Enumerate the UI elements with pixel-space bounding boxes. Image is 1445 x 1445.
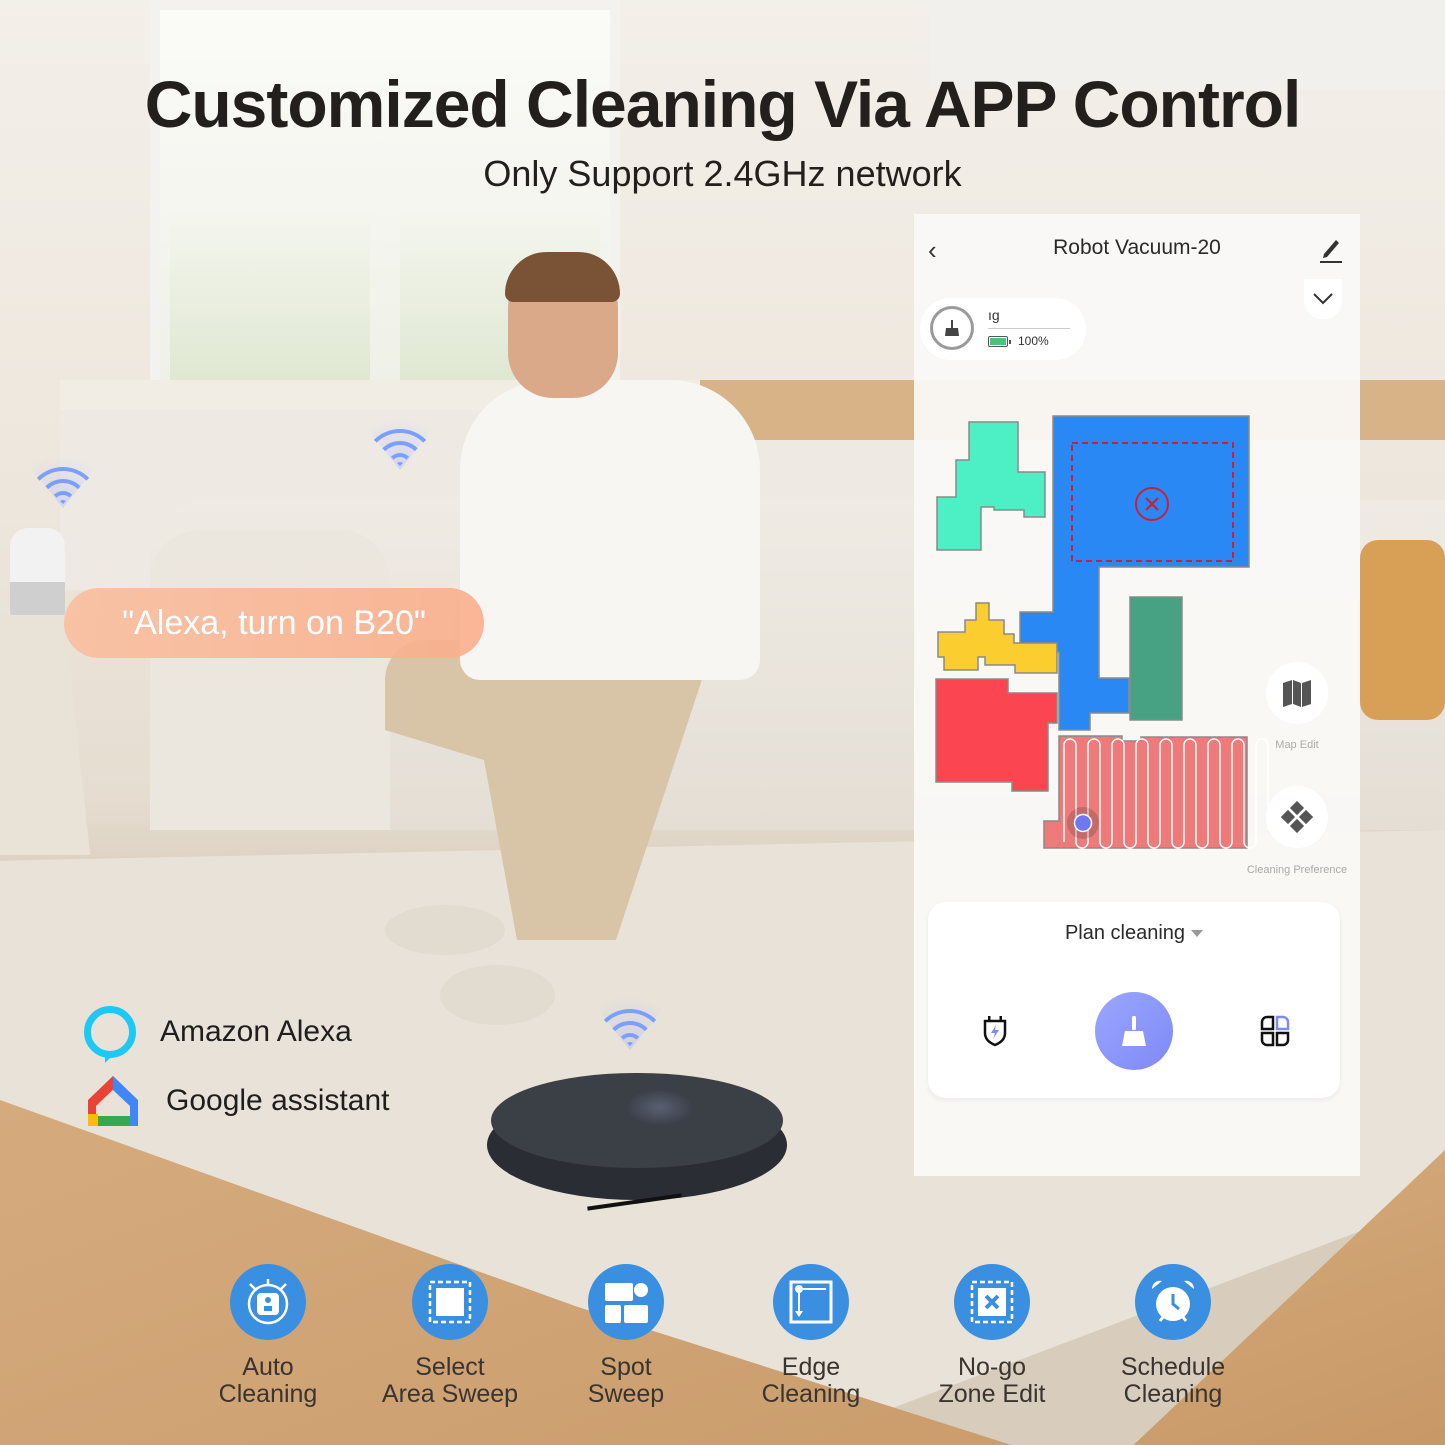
cleaning-preference-label: Cleaning Preference (1246, 864, 1348, 876)
charge-dock-icon[interactable] (978, 1014, 1012, 1048)
app-screen: ‹ Robot Vacuum-20 ıg 100% Map Edit Clean… (914, 214, 1360, 1176)
collapse-button[interactable] (1304, 279, 1342, 319)
plan-cleaning-card: Plan cleaning (928, 902, 1340, 1098)
room-green[interactable] (1129, 596, 1183, 721)
background-cushion (1360, 540, 1445, 720)
status-divider (988, 328, 1070, 329)
person-torso (460, 380, 760, 680)
slipper-right (440, 965, 555, 1025)
room-select-icon[interactable] (1258, 1014, 1292, 1048)
background-sofa-arm (150, 530, 390, 830)
feature-auto-cleaning: Auto Cleaning (178, 1264, 358, 1408)
feature-label-line1: Spot (600, 1353, 652, 1381)
feature-label-line2: Cleaning (218, 1380, 318, 1408)
page-subtitle: Only Support 2.4GHz network (483, 153, 962, 194)
map-edit-label: Map Edit (1275, 739, 1319, 751)
feature-label-line2: Sweep (587, 1380, 665, 1408)
person-hair (505, 252, 620, 302)
wifi-signal-icon (352, 410, 448, 470)
broom-icon (945, 320, 959, 336)
battery-icon (988, 336, 1011, 347)
assistant-label: Google assistant (166, 1084, 390, 1117)
feature-no-go-zone: No-go Zone Edit (902, 1264, 1082, 1408)
feature-label-line1: Auto (242, 1353, 294, 1381)
feature-label-line2: Cleaning (1123, 1380, 1223, 1408)
status-mode-text: ıg (988, 307, 1000, 323)
cleaning-map[interactable] (914, 410, 1360, 850)
assistant-google: Google assistant (84, 1072, 389, 1130)
feature-edge-cleaning: Edge Cleaning (721, 1264, 901, 1408)
feature-select-area: Select Area Sweep (360, 1264, 540, 1408)
smart-speaker (10, 528, 65, 618)
robot-status-pill[interactable]: ıg 100% (920, 298, 1086, 360)
feature-schedule: Schedule Cleaning (1083, 1264, 1263, 1408)
feature-label-line2: Cleaning (761, 1380, 861, 1408)
cleaning-mode-label: Plan cleaning (1064, 922, 1186, 944)
assistant-alexa: Amazon Alexa (84, 1006, 352, 1058)
schedule-icon (1135, 1264, 1211, 1340)
room-teal[interactable] (936, 421, 1046, 551)
robot-marker (1073, 813, 1093, 833)
status-ring (930, 306, 974, 350)
feature-label-line1: Select (415, 1353, 485, 1381)
edge-cleaning-icon (773, 1264, 849, 1340)
no-go-zone-icon (954, 1264, 1030, 1340)
alexa-icon (84, 1006, 136, 1058)
map-icon (1283, 680, 1311, 707)
map-edit-button[interactable] (1266, 662, 1328, 724)
feature-label-line2: Zone Edit (938, 1380, 1046, 1408)
feature-label-line1: No-go (957, 1353, 1027, 1381)
feature-label-line1: Schedule (1120, 1353, 1226, 1381)
voice-command-bubble: "Alexa, turn on B20" (64, 588, 484, 658)
feature-label-line1: Edge (781, 1353, 841, 1381)
slipper-left (385, 905, 505, 955)
battery-percent: 100% (1018, 334, 1049, 348)
pencil-icon[interactable] (1316, 234, 1344, 264)
app-header: ‹ Robot Vacuum-20 (914, 232, 1360, 268)
page-title: Customized Cleaning Via APP Control (144, 67, 1302, 141)
lidar-turret (627, 1090, 692, 1125)
start-cleaning-button[interactable] (1095, 992, 1173, 1070)
google-home-icon (88, 1076, 138, 1126)
cleaning-mode-dropdown[interactable]: Plan cleaning (928, 922, 1340, 945)
feature-spot-sweep: Spot Sweep (536, 1264, 716, 1408)
cleaning-preference-button[interactable] (1266, 786, 1328, 848)
select-area-icon (412, 1264, 488, 1340)
broom-icon (1122, 1016, 1146, 1046)
spot-sweep-icon (588, 1264, 664, 1340)
caret-down-icon (1191, 930, 1204, 938)
auto-cleaning-icon (230, 1264, 306, 1340)
app-title: Robot Vacuum-20 (1053, 236, 1221, 259)
robot-vacuum (487, 1065, 787, 1215)
assistant-label: Amazon Alexa (160, 1015, 352, 1048)
wifi-signal-icon (15, 448, 111, 508)
preference-icon (1281, 801, 1313, 833)
feature-label-line2: Area Sweep (381, 1380, 519, 1408)
room-red[interactable] (935, 678, 1058, 792)
chevron-down-icon (1313, 293, 1333, 305)
wifi-signal-icon (582, 990, 678, 1050)
